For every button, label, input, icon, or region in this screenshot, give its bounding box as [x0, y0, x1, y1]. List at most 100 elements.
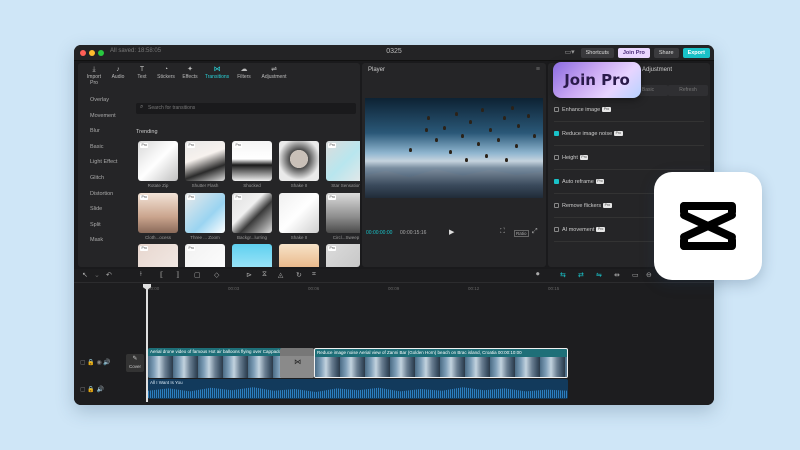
category-light-effect[interactable]: Light Effect — [78, 155, 128, 171]
tab-transitions[interactable]: ⋈ Transitions — [202, 63, 232, 83]
magnet-icon[interactable]: ⇄ — [578, 271, 584, 279]
transition-thumbnail[interactable]: Pro — [232, 141, 272, 181]
chevron-down-icon[interactable]: ⌄ — [94, 271, 100, 279]
tab-stickers[interactable]: ◔ Stickers — [154, 63, 178, 83]
transition-thumbnail[interactable]: Pro — [185, 244, 225, 267]
option-2[interactable]: Reduce image noise Pro — [554, 129, 623, 139]
category-glitch[interactable]: Glitch — [78, 171, 128, 187]
audio-label: All I Want Is You — [150, 380, 183, 385]
option-3[interactable]: Height Pro — [554, 153, 589, 163]
transition-thumbnail[interactable] — [279, 193, 319, 233]
split-right-icon[interactable]: ⟧ — [176, 271, 179, 279]
balloon — [435, 138, 438, 142]
play-range-icon[interactable]: ⊳ — [246, 271, 252, 279]
transition-thumbnail[interactable]: Pro — [185, 141, 225, 181]
transition-thumbnail[interactable] — [279, 244, 319, 267]
tab-filters[interactable]: ☁ Filters — [232, 63, 256, 83]
sub-tab-refresh[interactable]: Refresh — [668, 85, 708, 96]
pro-badge: Pro — [328, 143, 337, 148]
video-clip-1[interactable]: Aerial drone video of famous Hot air bal… — [148, 348, 296, 378]
play-icon[interactable]: ▶ — [449, 228, 454, 236]
checkbox[interactable] — [554, 154, 559, 160]
share-button[interactable]: Share — [653, 48, 679, 58]
rotate-icon[interactable]: ↻ — [296, 271, 302, 279]
option-6[interactable]: AI movement Pro — [554, 225, 605, 235]
category-slide[interactable]: Slide — [78, 202, 128, 218]
cover-label: Cover — [128, 364, 141, 369]
category-blur[interactable]: Blur — [78, 124, 128, 140]
link-icon[interactable]: ⇋ — [596, 271, 602, 279]
mirror-icon[interactable]: ◬ — [278, 271, 283, 279]
undo-icon[interactable]: ↶ — [106, 271, 112, 279]
category-basic[interactable]: Basic — [78, 140, 128, 156]
transition-thumbnail[interactable]: Pro — [232, 193, 272, 233]
transition-thumbnail[interactable]: Pro — [138, 244, 178, 267]
tab-effects[interactable]: ✦ Effects — [178, 63, 202, 83]
crop-tool-icon[interactable]: ⌗ — [312, 271, 316, 279]
category-distortion[interactable]: Distortion — [78, 187, 128, 203]
checkbox[interactable] — [554, 130, 559, 136]
tab-label: Effects — [182, 74, 198, 80]
export-button[interactable]: Export — [682, 48, 710, 58]
transition-thumbnail[interactable]: Pro — [138, 141, 178, 181]
tab-adjustment[interactable]: ⇌ Adjustment — [256, 63, 292, 83]
transition-thumbnail[interactable]: Pro — [138, 193, 178, 233]
select-tool-icon[interactable]: ↖ — [82, 271, 88, 279]
ratio-button[interactable]: Ratio — [514, 230, 529, 237]
option-label: AI movement — [562, 227, 595, 233]
freeze-icon[interactable]: ⧖ — [262, 271, 267, 279]
category-mask[interactable]: Mask — [78, 233, 128, 249]
category-overlay[interactable]: Overlay — [78, 93, 128, 109]
checkbox[interactable] — [554, 178, 559, 184]
tab-text[interactable]: T Text — [130, 63, 154, 83]
join-pro-badge[interactable]: Join Pro — [553, 62, 641, 98]
tab-adjustment-panel[interactable]: Adjustment — [642, 67, 672, 73]
crop-icon[interactable]: ⛶ — [500, 228, 505, 236]
category-split[interactable]: Split — [78, 218, 128, 234]
audio-track-controls[interactable]: ▢ 🔒 🔊 — [80, 386, 104, 393]
menu-icon[interactable]: ≡ — [536, 66, 540, 73]
subtitle-icon[interactable]: ▭ — [632, 271, 639, 279]
option-label: Height — [562, 155, 578, 161]
tab-audio[interactable]: ♪ Audio — [106, 63, 130, 83]
transition-thumbnail[interactable] — [232, 244, 272, 267]
video-clip-2[interactable]: Reduce image noise Aerial view of Zanni … — [314, 348, 568, 378]
balloon — [505, 158, 508, 162]
category-movement[interactable]: Movement — [78, 109, 128, 125]
checkbox[interactable] — [554, 226, 559, 232]
transition-marker[interactable]: ⋈ — [280, 348, 314, 378]
layout-icon[interactable]: ▭▾ — [563, 48, 577, 58]
search-input[interactable]: Search for transitions — [136, 103, 356, 114]
cover-button[interactable]: ✎ Cover — [126, 354, 144, 372]
preview-axis-icon[interactable]: ⇹ — [614, 271, 620, 279]
playhead[interactable] — [146, 284, 148, 402]
video-preview[interactable] — [365, 98, 543, 198]
transition-thumbnail[interactable]: Pro — [326, 193, 360, 233]
option-1[interactable]: Enhance image Pro — [554, 105, 611, 115]
split-icon[interactable]: ⟊ — [140, 271, 142, 279]
option-4[interactable]: Auto reframe Pro — [554, 177, 605, 187]
transition-thumbnail[interactable]: Pro — [185, 193, 225, 233]
tab-import[interactable]: ⤓ Import Pro — [82, 63, 106, 86]
video-track-controls[interactable]: ▢ 🔒 ◉ 🔊 — [80, 359, 111, 366]
option-5[interactable]: Remove flickers Pro — [554, 201, 612, 211]
audio-clip[interactable]: All I Want Is You — [148, 379, 568, 399]
link-main-icon[interactable]: ⇆ — [560, 271, 566, 279]
shortcuts-button[interactable]: Shortcuts — [580, 48, 614, 58]
delete-icon[interactable]: ▢ — [194, 271, 201, 279]
transition-thumbnail[interactable]: Pro — [326, 244, 360, 267]
record-icon[interactable]: ◇ — [214, 271, 219, 279]
balloon — [511, 106, 514, 110]
split-left-icon[interactable]: ⟦ — [160, 271, 163, 279]
microphone-icon[interactable]: ⏺ — [536, 271, 540, 279]
checkbox[interactable] — [554, 202, 559, 208]
zoom-out-icon[interactable]: ⊖ — [646, 271, 652, 279]
checkbox[interactable] — [554, 106, 559, 112]
join-pro-button[interactable]: Join Pro — [617, 48, 650, 58]
balloon — [477, 142, 480, 146]
transition-thumbnail[interactable]: Pro — [326, 141, 360, 181]
transition-caption: Star Sensation — [331, 183, 360, 188]
fullscreen-icon[interactable]: ⤢ — [532, 228, 538, 236]
transition-thumbnail[interactable] — [279, 141, 319, 181]
balloon — [497, 138, 500, 142]
